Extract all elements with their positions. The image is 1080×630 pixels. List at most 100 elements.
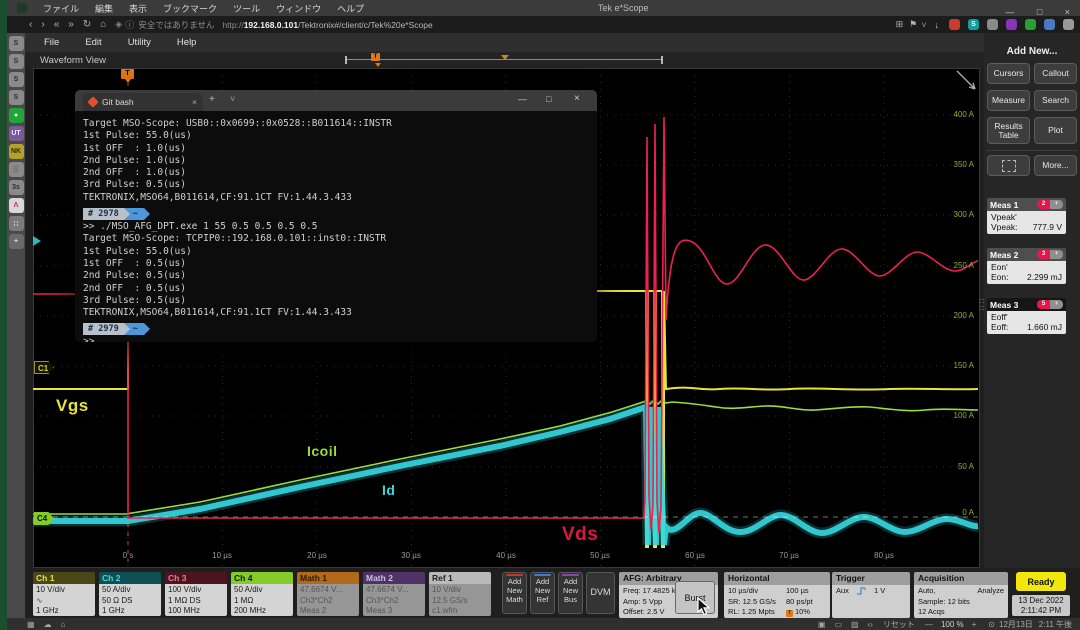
more-button[interactable]: More... xyxy=(1034,155,1077,176)
scope-menu-file[interactable]: File xyxy=(44,37,59,48)
menu-help[interactable]: ヘルプ xyxy=(337,2,364,15)
minimap-position-handle[interactable] xyxy=(501,55,509,60)
extension-icon-2[interactable]: S xyxy=(968,19,979,30)
terminal-tab[interactable]: Git bash × xyxy=(83,93,203,111)
panel-icon-ut[interactable]: UT xyxy=(9,126,24,141)
new-tab-icon[interactable]: + xyxy=(209,94,215,105)
minimap-trigger-pin[interactable]: T xyxy=(371,53,380,61)
meas3-nav-pill[interactable]: 5+ xyxy=(1037,300,1063,309)
panel-icon-1[interactable]: S xyxy=(9,36,24,51)
measure-button[interactable]: Measure xyxy=(987,90,1030,111)
ch2-badge[interactable]: Ch 2 50 A/div50 Ω DS1 GHz xyxy=(99,572,161,616)
tile-pages-icon[interactable]: ⊞ xyxy=(896,19,904,30)
zoom-in-icon[interactable]: + xyxy=(972,620,977,629)
extension-icon-4[interactable] xyxy=(1006,19,1017,30)
plot-button[interactable]: Plot xyxy=(1034,117,1077,144)
menu-file[interactable]: ファイル xyxy=(43,2,79,15)
zoom-out-icon[interactable]: — xyxy=(925,620,933,629)
reload-icon[interactable]: ↻ xyxy=(83,19,91,30)
ch4-badge[interactable]: Ch 4 50 A/div1 MΩ200 MHz xyxy=(231,572,293,616)
ch3-badge[interactable]: Ch 3 100 V/div1 MΩ DS100 MHz xyxy=(165,572,227,616)
back-icon[interactable]: ‹ xyxy=(29,19,32,30)
extension-icon-3[interactable] xyxy=(987,19,998,30)
extension-icon-5[interactable] xyxy=(1025,19,1036,30)
add-new-math-button[interactable]: Add New Math xyxy=(502,572,527,614)
vivaldi-logo-icon[interactable] xyxy=(17,3,27,13)
panel-icon-2[interactable]: S xyxy=(9,54,24,69)
panel-icon-4[interactable]: S xyxy=(9,90,24,105)
menu-bookmarks[interactable]: ブックマーク xyxy=(163,2,217,15)
prompt-caret[interactable]: >> xyxy=(83,336,589,342)
meas2-nav-pill[interactable]: 3+ xyxy=(1037,250,1063,259)
panel-icon-3[interactable]: S xyxy=(9,72,24,87)
math2-badge[interactable]: Math 2 47.6674 V...Ch3*Ch2Meas 3 xyxy=(363,572,425,616)
math1-badge[interactable]: Math 1 47.6674 V...Ch3*Ch2Meas 2 xyxy=(297,572,359,616)
tab-dropdown-icon[interactable]: ˅ xyxy=(230,94,235,104)
ref1-badge[interactable]: Ref 1 10 V/div12.5 GS/sc1.wfm xyxy=(429,572,491,616)
dvm-button[interactable]: DVM xyxy=(586,572,615,614)
cursors-button[interactable]: Cursors xyxy=(987,63,1030,84)
meas3-badge[interactable]: Meas 3 5+ Eoff' Eoff:1.660 mJ xyxy=(987,298,1066,334)
terminal-close-icon[interactable]: × xyxy=(574,93,580,104)
extension-icon-1[interactable] xyxy=(949,19,960,30)
rewind-icon[interactable]: « xyxy=(54,19,60,30)
trigger-flag-marker[interactable]: T xyxy=(121,69,134,79)
waveform-view-tab[interactable]: Waveform View xyxy=(40,55,106,66)
panel-toggle-icon[interactable]: ▦ xyxy=(27,620,35,629)
shield-icon[interactable]: ◈ xyxy=(115,19,122,30)
image-toggle-icon[interactable]: ▨ xyxy=(851,620,859,629)
capture-page-icon[interactable]: ▣ xyxy=(818,620,826,629)
ch1-badge[interactable]: Ch 1 10 V/div∿1 GHz xyxy=(33,572,95,616)
add-new-bus-button[interactable]: Add New Bus xyxy=(558,572,583,614)
panel-icon-8[interactable]: ▒ xyxy=(9,162,24,177)
trigger-badge[interactable]: Trigger Aux 1 V xyxy=(832,572,910,618)
screen-capture-button[interactable] xyxy=(987,155,1030,176)
download-icon[interactable]: ↓ xyxy=(935,20,940,30)
panel-icon-9[interactable]: 3s xyxy=(9,180,24,195)
terminal-maximize-icon[interactable]: □ xyxy=(546,94,551,104)
meas2-badge[interactable]: Meas 2 3+ Eon' Eon:2.299 mJ xyxy=(987,248,1066,284)
menu-tools[interactable]: ツール xyxy=(233,2,260,15)
url-text[interactable]: http://192.168.0.101/Tektronix#/client/c… xyxy=(222,20,432,30)
acquisition-badge[interactable]: Acquisition Auto,Analyze Sample: 12 bits… xyxy=(914,572,1008,618)
bookmark-flag-icon[interactable]: ⚑ xyxy=(909,19,917,30)
extension-icon-7[interactable] xyxy=(1063,19,1074,30)
panel-icon-nk[interactable]: NK xyxy=(9,144,24,159)
meas1-badge[interactable]: Meas 1 2+ Vpeak' Vpeak:777.9 V xyxy=(987,198,1066,234)
scope-menu-edit[interactable]: Edit xyxy=(85,37,101,48)
add-new-ref-button[interactable]: Add New Ref xyxy=(530,572,555,614)
tiling-icon[interactable]: ▭ xyxy=(834,620,842,629)
panel-icon-active[interactable]: ● xyxy=(9,108,24,123)
status-home-icon[interactable]: ⌂ xyxy=(61,620,66,629)
menu-view[interactable]: 表示 xyxy=(129,2,147,15)
menu-edit[interactable]: 編集 xyxy=(95,2,113,15)
terminal-output[interactable]: Target MSO-Scope: USB0::0x0699::0x0528::… xyxy=(75,111,597,342)
scope-menu-help[interactable]: Help xyxy=(177,37,197,48)
terminal-titlebar[interactable]: Git bash × + ˅ — □ × xyxy=(75,90,597,111)
chevron-down-icon[interactable]: ˅ xyxy=(921,20,926,30)
page-actions-icon[interactable]: ‹› xyxy=(868,620,873,629)
tab-close-icon[interactable]: × xyxy=(192,97,197,107)
terminal-window[interactable]: Git bash × + ˅ — □ × Target MSO-Scope: U… xyxy=(75,90,597,342)
results-table-button[interactable]: Results Table xyxy=(987,117,1030,144)
search-button[interactable]: Search xyxy=(1034,90,1077,111)
meas1-nav-pill[interactable]: 2+ xyxy=(1037,200,1063,209)
menu-window[interactable]: ウィンドウ xyxy=(276,2,321,15)
scope-menu-utility[interactable]: Utility xyxy=(128,37,151,48)
horizontal-badge[interactable]: Horizontal 10 µs/div100 µs SR: 12.5 GS/s… xyxy=(724,572,830,618)
forward-icon[interactable]: › xyxy=(41,19,44,30)
sync-cloud-icon[interactable]: ☁ xyxy=(44,620,52,629)
fastforward-icon[interactable]: » xyxy=(68,19,74,30)
record-minimap[interactable]: T xyxy=(345,56,663,64)
home-icon[interactable]: ⌂ xyxy=(100,19,106,30)
zoom-reset-button[interactable]: リセット xyxy=(883,619,915,630)
zoom-level[interactable]: 100 % xyxy=(941,620,964,629)
zoom-corner-handle[interactable] xyxy=(957,71,975,89)
panel-icon-grid[interactable]: ∷ xyxy=(9,216,24,231)
extension-icon-6[interactable] xyxy=(1044,19,1055,30)
panel-icon-a[interactable]: Λ xyxy=(9,198,24,213)
callout-button[interactable]: Callout xyxy=(1034,63,1077,84)
panel-add-button[interactable]: + xyxy=(9,234,24,249)
terminal-minimize-icon[interactable]: — xyxy=(518,94,527,104)
info-icon[interactable]: ⓘ xyxy=(125,18,134,31)
